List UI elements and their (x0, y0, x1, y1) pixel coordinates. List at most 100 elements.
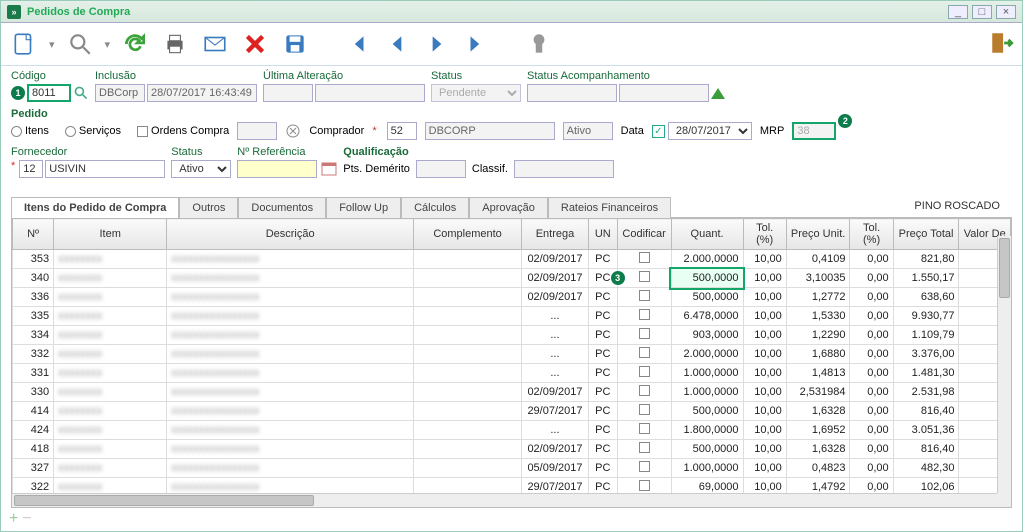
ordens-check[interactable]: Ordens Compra (137, 125, 229, 137)
refresh-button[interactable] (120, 29, 150, 59)
status-label: Status (431, 70, 521, 82)
classif-label: Classif. (472, 163, 508, 175)
col-pt[interactable]: Preço Total (893, 219, 959, 250)
nref-label: Nº Referência (237, 146, 337, 158)
tab-documentos[interactable]: Documentos (238, 197, 326, 218)
exit-button[interactable] (987, 28, 1017, 58)
codificar-check[interactable] (639, 347, 650, 358)
col-compl[interactable]: Complemento (414, 219, 522, 250)
codificar-check[interactable] (639, 290, 650, 301)
codigo-lookup-icon[interactable] (73, 85, 89, 101)
codificar-check[interactable] (639, 366, 650, 377)
comprador-name (425, 122, 555, 140)
tab-itens[interactable]: Itens do Pedido de Compra (11, 197, 179, 218)
fornecedor-name[interactable] (45, 160, 165, 178)
arrow-up-icon[interactable] (711, 88, 725, 99)
minimize-button[interactable]: _ (948, 5, 968, 19)
data-check[interactable]: ✓ (652, 125, 665, 138)
col-un[interactable]: UN (588, 219, 617, 250)
search-button[interactable] (65, 29, 95, 59)
extra-button[interactable] (524, 29, 554, 59)
tab-rateios[interactable]: Rateios Financeiros (548, 197, 671, 218)
table-row[interactable]: 327xxxxxxxxxxxxxxxxxxxxxxxx05/09/2017PC1… (13, 459, 1011, 478)
codificar-check[interactable] (639, 480, 650, 491)
remove-row-button[interactable]: − (22, 510, 31, 528)
ordens-picker-icon[interactable] (285, 123, 301, 139)
table-row[interactable]: 335xxxxxxxxxxxxxxxxxxxxxxxx...PC6.478,00… (13, 307, 1011, 326)
table-row[interactable]: 336xxxxxxxxxxxxxxxxxxxxxxxx02/09/2017PC5… (13, 288, 1011, 307)
delete-button[interactable] (240, 29, 270, 59)
codificar-check[interactable] (639, 271, 650, 282)
save-button[interactable] (280, 29, 310, 59)
maximize-button[interactable]: □ (972, 5, 992, 19)
col-codificar[interactable]: Codificar (617, 219, 671, 250)
title-bar: »Pedidos de Compra _ □ × (1, 1, 1022, 23)
codificar-check[interactable] (639, 252, 650, 263)
header-desc: PINO ROSCADO (902, 196, 1012, 217)
table-row[interactable]: 353xxxxxxxxxxxxxxxxxxxxxxxx02/09/2017PC2… (13, 250, 1011, 269)
nav-last-button[interactable] (462, 29, 492, 59)
inclusao-company (95, 84, 145, 102)
print-button[interactable] (160, 29, 190, 59)
col-item[interactable]: Item (54, 219, 167, 250)
col-tol1[interactable]: Tol.(%) (743, 219, 786, 250)
comprador-label: Comprador (309, 125, 364, 137)
nav-next-button[interactable] (422, 29, 452, 59)
data-select[interactable]: 28/07/2017 (668, 122, 752, 140)
table-row[interactable]: 330xxxxxxxxxxxxxxxxxxxxxxxx02/09/2017PC1… (13, 383, 1011, 402)
table-row[interactable]: 334xxxxxxxxxxxxxxxxxxxxxxxx...PC903,0000… (13, 326, 1011, 345)
codificar-check[interactable] (639, 442, 650, 453)
close-button[interactable]: × (996, 5, 1016, 19)
status-acomp-1 (527, 84, 617, 102)
tab-aprovacao[interactable]: Aprovação (469, 197, 548, 218)
codificar-check[interactable] (639, 461, 650, 472)
comprador-status (563, 122, 613, 140)
col-quant[interactable]: Quant. (671, 219, 743, 250)
scrollbar-h[interactable] (12, 493, 997, 507)
new-button[interactable] (9, 29, 39, 59)
status-acomp-label: Status Acompanhamento (527, 70, 725, 82)
table-row[interactable]: 332xxxxxxxxxxxxxxxxxxxxxxxx...PC2.000,00… (13, 345, 1011, 364)
mail-button[interactable] (200, 29, 230, 59)
nref-input[interactable] (237, 160, 317, 178)
codigo-input[interactable] (27, 84, 71, 102)
radio-itens[interactable]: Itens (11, 125, 49, 137)
table-row[interactable]: 414xxxxxxxxxxxxxxxxxxxxxxxx29/07/2017PC5… (13, 402, 1011, 421)
col-pu[interactable]: Preço Unit. (786, 219, 850, 250)
codificar-check[interactable] (639, 328, 650, 339)
codificar-check[interactable] (639, 423, 650, 434)
comprador-id[interactable] (387, 122, 417, 140)
codificar-check[interactable] (639, 309, 650, 320)
radio-servicos[interactable]: Serviços (65, 125, 121, 137)
table-row[interactable]: 331xxxxxxxxxxxxxxxxxxxxxxxx...PC1.000,00… (13, 364, 1011, 383)
badge-2: 2 (838, 114, 852, 128)
table-row[interactable]: 424xxxxxxxxxxxxxxxxxxxxxxxx...PC1.800,00… (13, 421, 1011, 440)
tab-outros[interactable]: Outros (179, 197, 238, 218)
nav-first-button[interactable] (342, 29, 372, 59)
col-no[interactable]: Nº (13, 219, 54, 250)
badge-1: 1 (11, 86, 25, 100)
codigo-label: Código (11, 70, 89, 82)
ultalt-label: Última Alteração (263, 70, 425, 82)
tab-followup[interactable]: Follow Up (326, 197, 401, 218)
fornecedor-id[interactable] (19, 160, 43, 178)
inclusao-ts (147, 84, 257, 102)
add-row-button[interactable]: + (9, 510, 18, 528)
ultalt-2 (315, 84, 425, 102)
pts-input (416, 160, 466, 178)
data-label: Data (621, 125, 644, 137)
tab-calculos[interactable]: Cálculos (401, 197, 469, 218)
mrp-label: MRP (760, 125, 784, 137)
table-row[interactable]: 418xxxxxxxxxxxxxxxxxxxxxxxx02/09/2017PC5… (13, 440, 1011, 459)
nref-cal-icon[interactable] (321, 161, 337, 177)
table-row[interactable]: 340xxxxxxxxxxxxxxxxxxxxxxxx02/09/2017PC3… (13, 269, 1011, 288)
nav-prev-button[interactable] (382, 29, 412, 59)
col-entrega[interactable]: Entrega (522, 219, 589, 250)
col-tol2[interactable]: Tol.(%) (850, 219, 893, 250)
codificar-check[interactable] (639, 404, 650, 415)
forn-status[interactable]: Ativo (171, 160, 231, 178)
col-desc[interactable]: Descrição (167, 219, 414, 250)
codificar-check[interactable] (639, 385, 650, 396)
scrollbar-v[interactable] (997, 236, 1011, 493)
inclusao-label: Inclusão (95, 70, 257, 82)
